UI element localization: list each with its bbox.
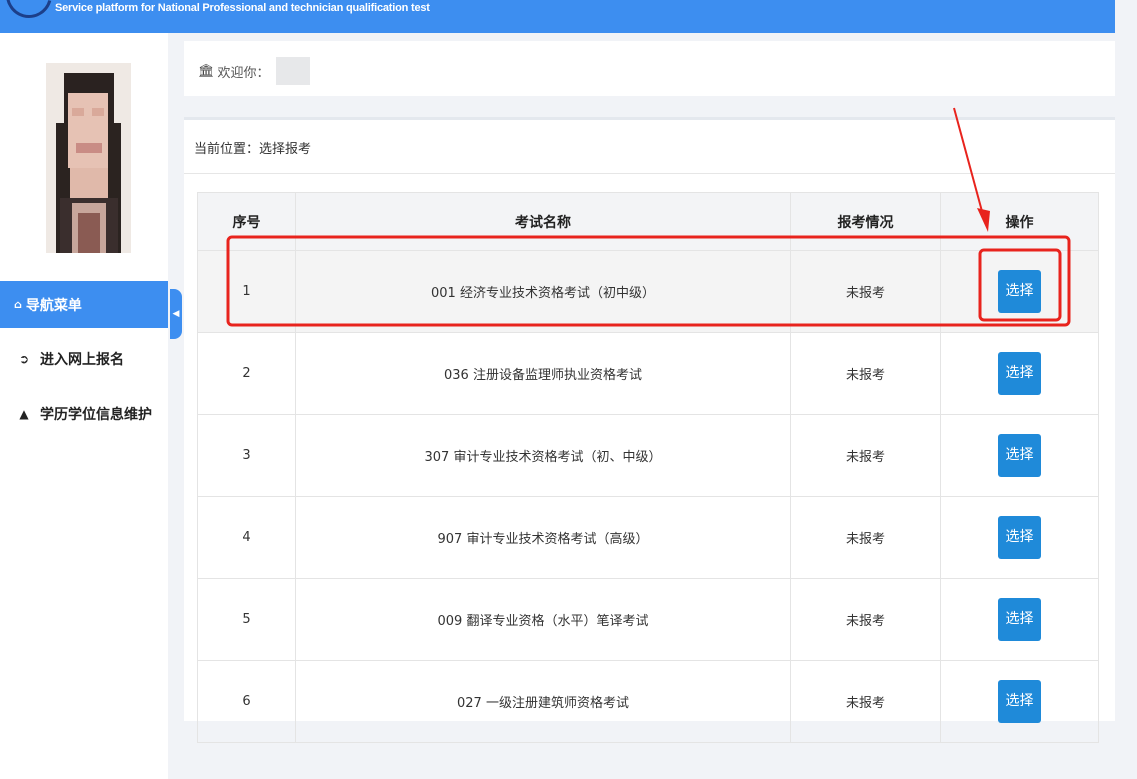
table-row: 5 009 翻译专业资格（水平）笔译考试 未报考 选择 — [197, 578, 1099, 661]
table-row: 1 001 经济专业技术资格考试（初中级） 未报考 选择 — [197, 250, 1099, 333]
row-index: 3 — [197, 414, 296, 497]
row-index: 5 — [197, 578, 296, 661]
sidebar-item-label: 进入网上报名 — [40, 352, 124, 368]
sign-in-icon: ➲ — [18, 352, 30, 366]
row-index: 4 — [197, 496, 296, 579]
sidebar: ⌂ 导航菜单 ➲ 进入网上报名 ▲ 学历学位信息维护 — [0, 33, 168, 779]
row-status: 未报考 — [790, 578, 941, 661]
row-exam-name: 009 翻译专业资格（水平）笔译考试 — [295, 578, 791, 661]
col-header-action: 操作 — [940, 192, 1099, 251]
row-exam-name: 907 审计专业技术资格考试（高级） — [295, 496, 791, 579]
user-name-redacted — [275, 57, 310, 85]
select-button[interactable]: 选择 — [998, 516, 1041, 559]
row-index: 6 — [197, 660, 296, 743]
logo-icon — [0, 0, 61, 27]
table-row: 6 027 一级注册建筑师资格考试 未报考 选择 — [197, 660, 1099, 743]
avatar — [46, 63, 131, 253]
select-button[interactable]: 选择 — [998, 598, 1041, 641]
platform-subtitle: Service platform for National Profession… — [55, 2, 430, 14]
row-status: 未报考 — [790, 496, 941, 579]
top-banner: Service platform for National Profession… — [0, 0, 1115, 33]
sidebar-item-online-registration[interactable]: ➲ 进入网上报名 — [0, 341, 168, 377]
welcome-text: 欢迎你： — [217, 65, 270, 81]
select-button[interactable]: 选择 — [998, 680, 1041, 723]
col-header-status: 报考情况 — [790, 192, 941, 251]
divider — [184, 173, 1115, 174]
table-row: 4 907 审计专业技术资格考试（高级） 未报考 选择 — [197, 496, 1099, 579]
sidebar-item-label: 学历学位信息维护 — [40, 407, 152, 423]
breadcrumb: 当前位置：选择报考 — [194, 142, 312, 157]
graduation-cap-icon: ▲ — [19, 407, 29, 421]
row-index: 1 — [197, 250, 296, 333]
row-index: 2 — [197, 332, 296, 415]
row-exam-name: 307 审计专业技术资格考试（初、中级） — [295, 414, 791, 497]
nav-menu-title: 导航菜单 — [25, 297, 82, 314]
col-header-index: 序号 — [197, 192, 296, 251]
bank-icon: 🏛 — [198, 63, 215, 79]
table-row: 3 307 审计专业技术资格考试（初、中级） 未报考 选择 — [197, 414, 1099, 497]
sidebar-item-education-info[interactable]: ▲ 学历学位信息维护 — [0, 396, 168, 432]
exam-selection-panel: 当前位置：选择报考 序号 考试名称 报考情况 操作 1 001 经济专业技术资格… — [184, 117, 1115, 743]
nav-menu-header[interactable]: ⌂ 导航菜单 — [0, 281, 168, 328]
row-status: 未报考 — [790, 332, 941, 415]
table-row: 2 036 注册设备监理师执业资格考试 未报考 选择 — [197, 332, 1099, 415]
row-status: 未报考 — [790, 414, 941, 497]
row-status: 未报考 — [790, 250, 941, 333]
row-exam-name: 036 注册设备监理师执业资格考试 — [295, 332, 791, 415]
select-button[interactable]: 选择 — [998, 270, 1041, 313]
row-status: 未报考 — [790, 660, 941, 743]
col-header-exam-name: 考试名称 — [295, 192, 791, 251]
sidebar-collapse-toggle[interactable]: ◀ — [170, 289, 182, 339]
select-button[interactable]: 选择 — [998, 352, 1041, 395]
chevron-left-icon: ◀ — [172, 309, 180, 319]
exam-table: 序号 考试名称 报考情况 操作 1 001 经济专业技术资格考试（初中级） 未报… — [197, 192, 1099, 743]
row-exam-name: 027 一级注册建筑师资格考试 — [295, 660, 791, 743]
home-icon: ⌂ — [14, 298, 22, 311]
table-header-row: 序号 考试名称 报考情况 操作 — [197, 192, 1099, 251]
welcome-panel: 🏛 欢迎你： — [184, 41, 1115, 96]
select-button[interactable]: 选择 — [998, 434, 1041, 477]
row-exam-name: 001 经济专业技术资格考试（初中级） — [295, 250, 791, 333]
